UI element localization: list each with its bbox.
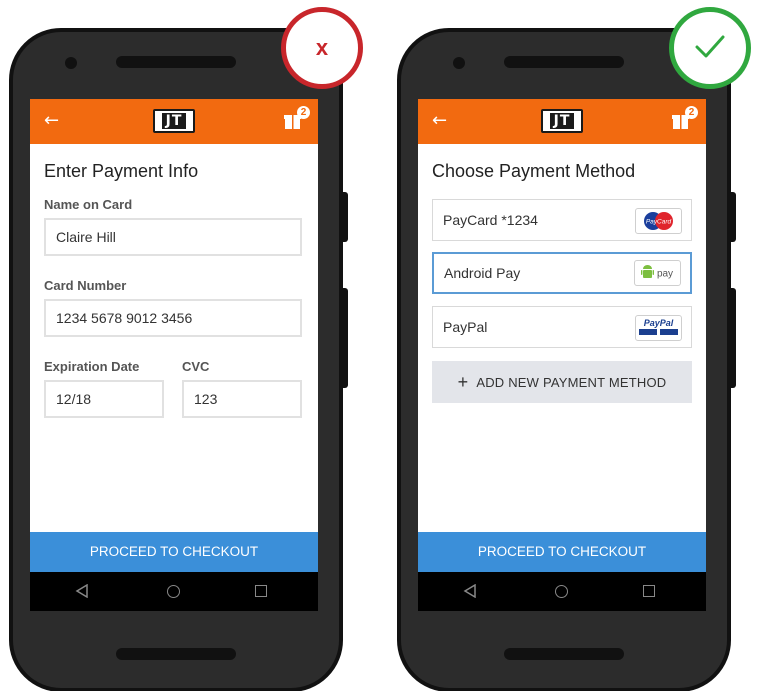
cart-count-badge: 2	[685, 106, 698, 119]
nav-recents-icon[interactable]	[255, 585, 267, 597]
card-number-field[interactable]: 1234 5678 9012 3456	[44, 299, 302, 337]
name-on-card-label: Name on Card	[44, 197, 133, 212]
volume-button	[342, 288, 348, 388]
payment-method-paypal[interactable]: PayPal PayPal	[432, 306, 692, 348]
paycard-logo-icon: PayCard	[635, 208, 682, 234]
expiration-date-field[interactable]: 12/18	[44, 380, 164, 418]
camera-icon	[65, 57, 77, 69]
power-button	[730, 192, 736, 242]
android-pay-logo-icon: pay	[634, 260, 681, 286]
card-number-label: Card Number	[44, 278, 127, 293]
cvc-label: CVC	[182, 359, 210, 374]
app-bar: ← JT 2	[30, 99, 318, 144]
page-title: Choose Payment Method	[432, 161, 636, 181]
add-payment-method-button[interactable]: + ADD NEW PAYMENT METHOD	[432, 361, 692, 403]
logo-text: JT	[549, 113, 575, 129]
jt-logo: JT	[153, 109, 195, 133]
name-on-card-field[interactable]: Claire Hill	[44, 218, 302, 256]
payment-method-label: Android Pay	[444, 265, 521, 281]
paypal-logo-text: PayPal	[644, 318, 674, 328]
payment-method-label: PayPal	[443, 319, 488, 335]
proceed-to-checkout-button[interactable]: PROCEED TO CHECKOUT	[418, 532, 706, 572]
speaker-grille	[504, 56, 624, 68]
cvc-field[interactable]: 123	[182, 380, 302, 418]
power-button	[342, 192, 348, 242]
phone-right: ← JT 2 Choose Payment Method PayCard *12…	[397, 28, 736, 691]
android-pay-logo-text: pay	[657, 269, 673, 280]
phone-chin-speaker	[504, 648, 624, 660]
proceed-to-checkout-button[interactable]: PROCEED TO CHECKOUT	[30, 532, 318, 572]
payment-method-label: PayCard *1234	[443, 212, 538, 228]
phone-left: ← JT 2 Enter Payment Info Name on Card C…	[9, 28, 348, 691]
android-nav-bar	[418, 572, 706, 611]
add-payment-method-label: ADD NEW PAYMENT METHOD	[476, 374, 667, 390]
plus-icon: +	[457, 371, 469, 392]
volume-button	[730, 288, 736, 388]
x-icon: x	[315, 35, 329, 60]
payment-method-android-pay[interactable]: Android Pay pay	[432, 252, 692, 294]
nav-recents-icon[interactable]	[643, 585, 655, 597]
checkmark-icon	[695, 35, 725, 58]
speaker-grille	[116, 56, 236, 68]
payment-method-paycard[interactable]: PayCard *1234 PayCard	[432, 199, 692, 241]
page-title: Enter Payment Info	[44, 161, 199, 181]
cart-count-badge: 2	[297, 106, 310, 119]
app-bar: ← JT 2	[418, 99, 706, 144]
camera-icon	[453, 57, 465, 69]
screen-choose-payment: ← JT 2 Choose Payment Method PayCard *12…	[418, 99, 706, 611]
android-nav-bar	[30, 572, 318, 611]
phone-chin-speaker	[116, 648, 236, 660]
paycard-logo-text: PayCard	[646, 219, 672, 226]
screen-enter-payment: ← JT 2 Enter Payment Info Name on Card C…	[30, 99, 318, 611]
paypal-logo-icon: PayPal	[635, 315, 682, 341]
nav-home-icon[interactable]	[555, 585, 568, 598]
arrow-left-icon[interactable]: ←	[432, 112, 447, 130]
nav-back-icon[interactable]	[463, 584, 477, 598]
nav-home-icon[interactable]	[167, 585, 180, 598]
correct-badge	[669, 7, 751, 89]
jt-logo: JT	[541, 109, 583, 133]
nav-back-icon[interactable]	[75, 584, 89, 598]
logo-text: JT	[161, 113, 187, 129]
wrong-badge: x	[281, 7, 363, 89]
expiration-date-label: Expiration Date	[44, 359, 140, 374]
arrow-left-icon[interactable]: ←	[44, 112, 59, 130]
